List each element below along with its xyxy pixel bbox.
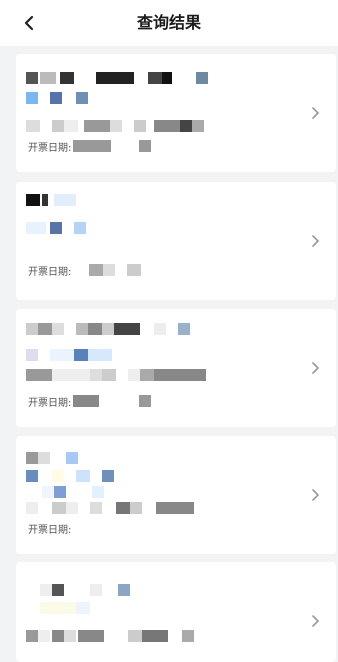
invoice-tags-redacted xyxy=(26,347,112,363)
invoice-date-row: 开票日期: xyxy=(28,520,71,536)
invoice-tags-redacted xyxy=(26,600,90,616)
invoice-tags-redacted xyxy=(26,90,88,106)
invoice-card[interactable]: 开票日期: xyxy=(16,182,336,300)
invoice-date-label: 开票日期: xyxy=(28,524,72,536)
invoice-card[interactable]: 开票日期: xyxy=(16,436,336,554)
invoice-amount-redacted xyxy=(26,500,194,516)
chevron-right-icon xyxy=(312,489,320,501)
invoice-badges-redacted xyxy=(26,484,104,500)
invoice-amount-redacted xyxy=(26,118,204,134)
invoice-title-redacted xyxy=(26,582,130,598)
invoice-amount-redacted xyxy=(26,367,206,383)
chevron-right-icon xyxy=(312,615,320,627)
invoice-title-redacted xyxy=(26,70,208,86)
invoice-title-redacted xyxy=(26,192,76,208)
invoice-amount-redacted xyxy=(26,628,194,644)
chevron-right-icon xyxy=(312,362,320,374)
invoice-tags-redacted xyxy=(26,220,86,236)
invoice-date-row: 开票日期: xyxy=(28,393,152,409)
invoice-tags-redacted xyxy=(26,468,114,484)
navigation-bar: 查询结果 xyxy=(0,0,338,46)
invoice-date-label: 开票日期: xyxy=(28,142,72,154)
invoice-card[interactable]: 开票日期: xyxy=(16,54,336,172)
invoice-card[interactable] xyxy=(16,562,336,662)
invoice-date-row: 开票日期: xyxy=(28,262,142,278)
invoice-card[interactable]: 开票日期: xyxy=(16,309,336,427)
page-title: 查询结果 xyxy=(136,13,201,32)
invoice-date-label: 开票日期: xyxy=(28,397,72,409)
invoice-date-row: 开票日期: xyxy=(28,138,152,154)
invoice-date-label: 开票日期: xyxy=(28,266,72,278)
chevron-right-icon xyxy=(312,235,320,247)
chevron-right-icon xyxy=(312,107,320,119)
invoice-title-redacted xyxy=(26,450,78,466)
invoice-title-redacted xyxy=(26,321,190,337)
